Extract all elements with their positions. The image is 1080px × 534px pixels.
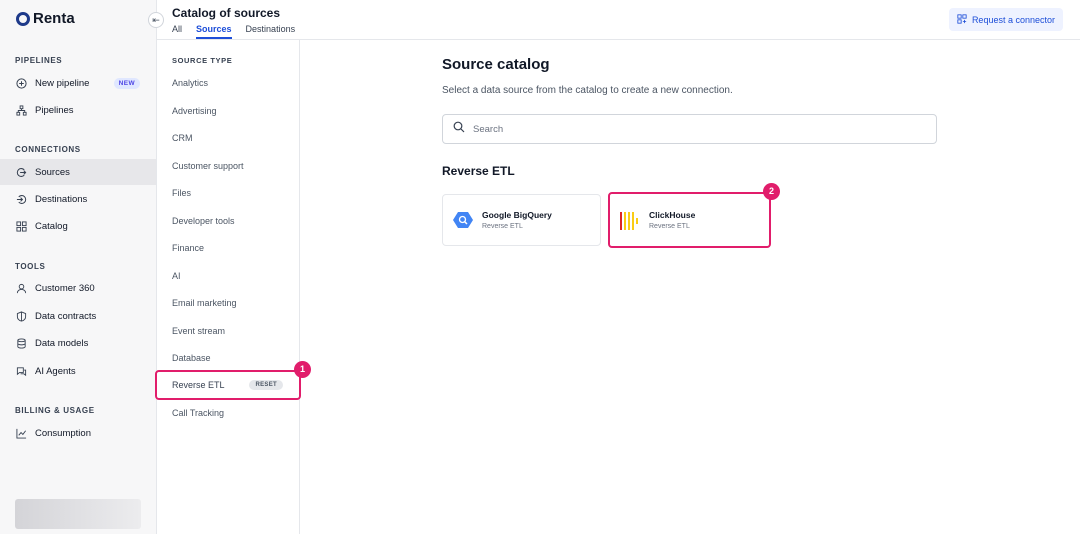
nav-item-new-pipeline[interactable]: New pipeline NEW [0, 70, 156, 96]
search-box[interactable] [442, 114, 937, 144]
database-icon [16, 337, 27, 349]
destination-out-icon [16, 194, 27, 205]
filter-item-email-marketing[interactable]: Email marketing [172, 298, 237, 308]
nav-item-label: Pipelines [35, 104, 74, 116]
tab-all[interactable]: All [172, 24, 182, 39]
renta-logo-icon [16, 11, 30, 26]
catalog-title: Source catalog [442, 56, 550, 73]
nav-item-sources[interactable]: Sources [0, 159, 156, 185]
step-marker-2: 2 [763, 183, 780, 200]
card-category: Reverse ETL [649, 223, 690, 230]
brand-logo[interactable]: Renta [16, 10, 75, 27]
user-profile-blurred[interactable] [15, 499, 141, 529]
filter-title: SOURCE TYPE [172, 56, 233, 65]
nav-section-tools: TOOLS [15, 262, 46, 271]
filter-item-label: Reverse ETL [172, 380, 225, 390]
group-title: Reverse ETL [442, 164, 515, 178]
card-name: Google BigQuery [482, 210, 552, 220]
filter-item-analytics[interactable]: Analytics [172, 78, 208, 88]
nav-item-customer-360[interactable]: Customer 360 [0, 275, 156, 301]
chat-icon [16, 366, 27, 377]
request-connector-label: Request a connector [971, 14, 1055, 25]
filter-item-event-stream[interactable]: Event stream [172, 326, 225, 336]
main-sidebar: Renta PIPELINES New pipeline NEW Pipelin… [0, 0, 157, 534]
bigquery-icon [453, 210, 473, 230]
filter-item-files[interactable]: Files [172, 188, 191, 198]
filter-item-customer-support[interactable]: Customer support [172, 161, 244, 171]
nav-item-destinations[interactable]: Destinations [0, 186, 156, 212]
brand-name: Renta [33, 10, 75, 27]
filter-item-database[interactable]: Database [172, 353, 211, 363]
user-icon [16, 283, 27, 294]
nav-section-connections: CONNECTIONS [15, 145, 81, 154]
clickhouse-icon [620, 210, 640, 230]
filter-item-advertising[interactable]: Advertising [172, 106, 217, 116]
nav-item-catalog[interactable]: Catalog [0, 213, 156, 239]
nav-item-label: Consumption [35, 427, 91, 439]
nav-item-data-models[interactable]: Data models [0, 330, 156, 356]
grid-plus-icon [957, 13, 967, 26]
source-type-filter: SOURCE TYPE Analytics Advertising CRM Cu… [155, 40, 301, 534]
source-card-clickhouse[interactable]: ClickHouse Reverse ETL [608, 192, 771, 248]
nav-item-consumption[interactable]: Consumption [0, 420, 156, 446]
filter-item-reverse-etl[interactable]: Reverse ETL RESET [155, 370, 301, 400]
catalog-subtitle: Select a data source from the catalog to… [442, 85, 733, 96]
filter-item-crm[interactable]: CRM [172, 133, 193, 143]
app-window: Renta PIPELINES New pipeline NEW Pipelin… [0, 0, 1080, 534]
filter-item-developer-tools[interactable]: Developer tools [172, 216, 235, 226]
page-header: Catalog of sources All Sources Destinati… [157, 0, 1080, 40]
nav-item-ai-agents[interactable]: AI Agents [0, 358, 156, 384]
tab-destinations[interactable]: Destinations [246, 24, 296, 39]
card-category: Reverse ETL [482, 223, 523, 230]
tab-sources[interactable]: Sources [196, 24, 232, 39]
step-marker-1: 1 [294, 361, 311, 378]
page-title: Catalog of sources [172, 6, 281, 20]
nav-item-label: New pipeline [35, 77, 90, 89]
hierarchy-icon [16, 104, 27, 116]
filter-item-finance[interactable]: Finance [172, 243, 204, 253]
nav-item-data-contracts[interactable]: Data contracts [0, 303, 156, 329]
nav-section-pipelines: PIPELINES [15, 56, 63, 65]
nav-item-label: Data contracts [35, 310, 97, 322]
nav-item-label: AI Agents [35, 365, 76, 377]
trend-chart-icon [16, 428, 27, 439]
collapse-sidebar-icon[interactable]: ⇤ [148, 12, 164, 28]
nav-item-pipelines[interactable]: Pipelines [0, 97, 156, 123]
request-connector-button[interactable]: Request a connector [948, 8, 1063, 31]
source-card-google-bigquery[interactable]: Google BigQuery Reverse ETL [442, 194, 601, 246]
card-name: ClickHouse [649, 210, 696, 220]
filter-item-call-tracking[interactable]: Call Tracking [172, 408, 224, 418]
search-icon [453, 120, 465, 138]
source-in-icon [16, 167, 27, 178]
search-input[interactable] [473, 123, 913, 135]
nav-section-billing: BILLING & USAGE [15, 406, 95, 415]
new-badge: NEW [113, 77, 140, 89]
reset-filter-button[interactable]: RESET [249, 380, 283, 390]
nav-item-label: Catalog [35, 220, 68, 232]
shield-icon [16, 310, 27, 322]
plus-circle-icon [16, 77, 27, 89]
nav-item-label: Sources [35, 166, 70, 178]
filter-item-ai[interactable]: AI [172, 271, 181, 281]
nav-item-label: Data models [35, 337, 89, 349]
grid-icon [16, 220, 27, 232]
catalog-tabs: All Sources Destinations [172, 24, 295, 39]
nav-item-label: Destinations [35, 193, 88, 205]
nav-item-label: Customer 360 [35, 282, 95, 294]
